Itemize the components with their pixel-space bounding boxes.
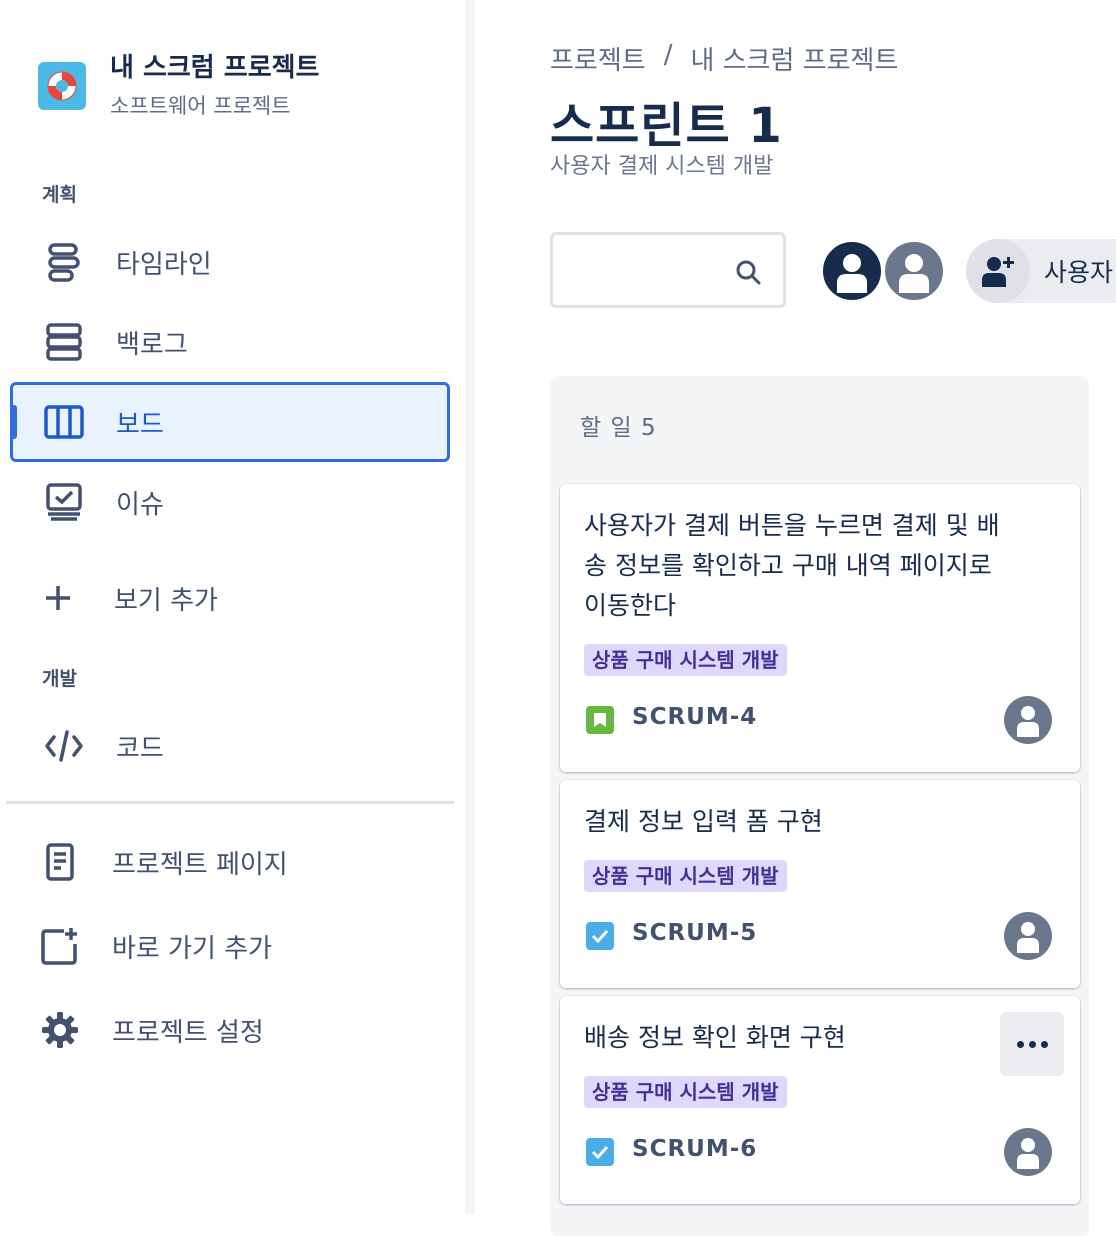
avatar[interactable] <box>820 239 884 303</box>
issue-card[interactable]: 사용자가 결제 버튼을 누르면 결제 및 배송 정보를 확인하고 구매 내역 페… <box>560 484 1080 772</box>
issue-summary: 결제 정보 입력 폼 구현 <box>584 807 823 836</box>
issues-icon <box>44 482 84 522</box>
search-input[interactable] <box>550 232 786 308</box>
plus-icon <box>38 578 78 618</box>
sidebar-item-label: 이슈 <box>116 489 164 520</box>
sidebar-item-label: 프로젝트 설정 <box>112 1017 264 1048</box>
breadcrumb-projects[interactable]: 프로젝트 <box>550 40 646 77</box>
breadcrumb: 프로젝트 / 내 스크럼 프로젝트 <box>550 40 898 77</box>
search-icon <box>735 259 761 289</box>
sidebar-divider <box>6 801 454 804</box>
project-name: 내 스크럼 프로젝트 <box>110 53 320 83</box>
more-actions-button[interactable] <box>1000 1012 1064 1076</box>
board-column: 할 일 5 사용자가 결제 버튼을 누르면 결제 및 배송 정보를 확인하고 구… <box>550 376 1089 1236</box>
sidebar-item-timeline[interactable]: 타임라인 <box>10 222 450 302</box>
sidebar-item-project-pages[interactable]: 프로젝트 페이지 <box>10 822 450 902</box>
project-type: 소프트웨어 프로젝트 <box>110 94 291 118</box>
code-icon <box>44 726 84 766</box>
sidebar-item-label: 코드 <box>116 733 164 764</box>
more-dot-icon <box>1028 1040 1036 1048</box>
add-people-label: 사용자 <box>1044 258 1114 287</box>
sidebar-item-add-view[interactable]: 보기 추가 <box>10 558 450 638</box>
lifebuoy-icon <box>38 62 86 110</box>
breadcrumb-project[interactable]: 내 스크럼 프로젝트 <box>690 40 898 77</box>
column-title: 할 일 5 <box>580 415 657 441</box>
issue-card[interactable]: 결제 정보 입력 폼 구현 상품 구매 시스템 개발 SCRUM-5 <box>560 780 1080 988</box>
issue-summary: 배송 정보 확인 화면 구현 <box>584 1023 846 1052</box>
assignee-avatar[interactable] <box>1004 912 1052 960</box>
sidebar-item-label: 보드 <box>116 409 164 440</box>
sidebar-item-add-shortcut[interactable]: 바로 가기 추가 <box>10 906 450 986</box>
breadcrumb-separator: / <box>663 40 673 70</box>
project-header[interactable]: 내 스크럼 프로젝트 소프트웨어 프로젝트 <box>38 50 319 122</box>
more-dot-icon <box>1016 1040 1024 1048</box>
section-label-planning: 계획 <box>42 184 77 206</box>
sidebar-item-code[interactable]: 코드 <box>10 706 450 786</box>
active-indicator <box>11 405 17 439</box>
sidebar-item-label: 프로젝트 페이지 <box>112 849 288 880</box>
assignee-avatar[interactable] <box>1004 696 1052 744</box>
sidebar-item-project-settings[interactable]: 프로젝트 설정 <box>10 990 450 1070</box>
add-person-icon <box>966 239 1030 303</box>
backlog-icon <box>44 322 84 362</box>
task-icon <box>586 1138 614 1166</box>
epic-badge: 상품 구매 시스템 개발 <box>584 644 787 676</box>
sidebar: 내 스크럼 프로젝트 소프트웨어 프로젝트 계획 타임라인 백로그 보드 이슈 … <box>0 0 468 1214</box>
issue-key: SCRUM-6 <box>632 1136 758 1162</box>
add-shortcut-icon <box>40 926 80 966</box>
timeline-icon <box>44 242 84 282</box>
gear-icon <box>40 1010 80 1050</box>
sprint-goal: 사용자 결제 시스템 개발 <box>550 154 774 179</box>
epic-badge: 상품 구매 시스템 개발 <box>584 860 787 892</box>
sidebar-item-label: 보기 추가 <box>114 585 218 616</box>
task-icon <box>586 922 614 950</box>
main-content: 프로젝트 / 내 스크럼 프로젝트 스프린트 1 사용자 결제 시스템 개발 사… <box>474 0 1116 1236</box>
story-icon <box>586 706 614 734</box>
section-label-development: 개발 <box>42 668 77 690</box>
issue-key: SCRUM-4 <box>632 704 758 730</box>
page-icon <box>40 842 80 882</box>
more-dot-icon <box>1040 1040 1048 1048</box>
sidebar-item-label: 타임라인 <box>116 249 212 280</box>
page-title: 스프린트 1 <box>550 98 783 154</box>
issue-key: SCRUM-5 <box>632 920 758 946</box>
issue-summary: 사용자가 결제 버튼을 누르면 결제 및 배송 정보를 확인하고 구매 내역 페… <box>584 511 1000 620</box>
issue-card[interactable]: 배송 정보 확인 화면 구현 상품 구매 시스템 개발 SCRUM-6 <box>560 996 1080 1204</box>
sidebar-item-backlog[interactable]: 백로그 <box>10 302 450 382</box>
sidebar-item-label: 백로그 <box>116 329 188 360</box>
add-people-button[interactable]: 사용자 <box>966 239 1116 303</box>
sidebar-item-label: 바로 가기 추가 <box>112 933 273 964</box>
sidebar-item-board[interactable]: 보드 <box>10 382 450 462</box>
board-icon <box>44 402 84 442</box>
avatar[interactable] <box>882 239 946 303</box>
epic-badge: 상품 구매 시스템 개발 <box>584 1076 787 1108</box>
sidebar-item-issues[interactable]: 이슈 <box>10 462 450 542</box>
assignee-avatar[interactable] <box>1004 1128 1052 1176</box>
